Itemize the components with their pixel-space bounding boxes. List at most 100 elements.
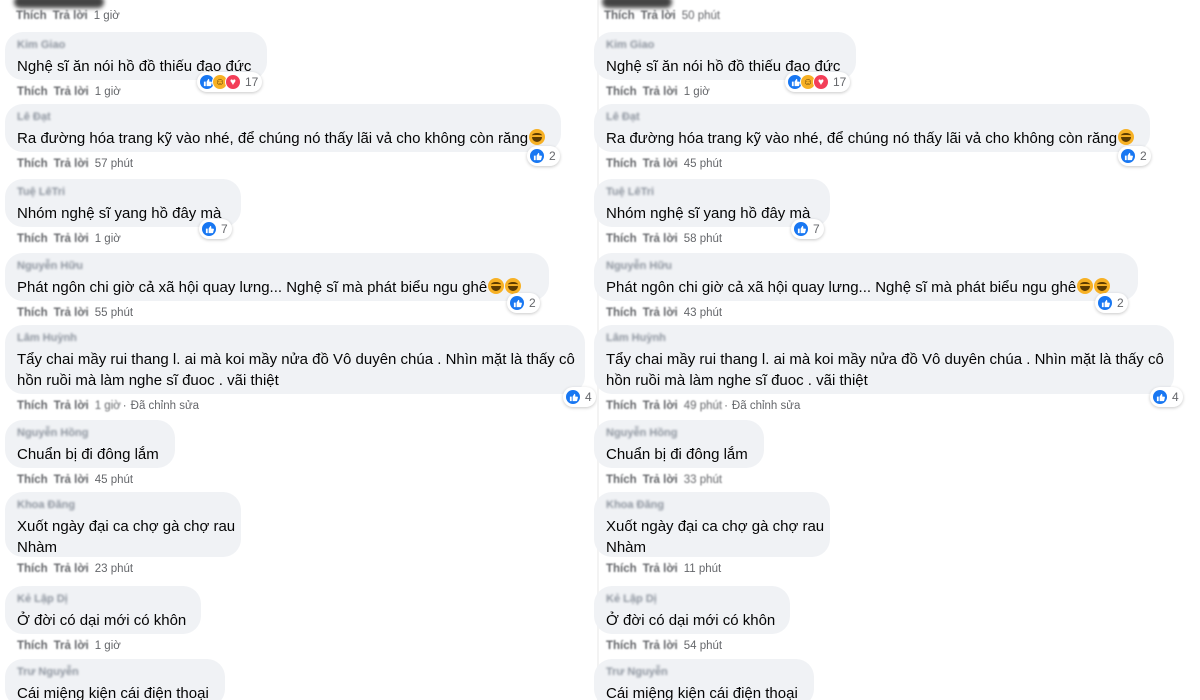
comment-actions: Thích Trả lời 45 phút	[17, 474, 133, 486]
like-action[interactable]: Thích	[17, 474, 48, 486]
like-action[interactable]: Thích	[17, 640, 48, 652]
reply-action[interactable]: Trả lời	[643, 640, 678, 652]
comment-author[interactable]: Lâm Huỳnh	[17, 332, 77, 344]
comment-author[interactable]: Trư Nguyễn	[17, 666, 79, 678]
comment-time[interactable]: 1 giờ	[95, 233, 121, 245]
comment-text: Nhóm nghệ sĩ yang hồ đây mà	[606, 203, 810, 224]
reply-action[interactable]: Trả lời	[54, 400, 89, 412]
reaction-summary[interactable]: 2	[1095, 293, 1128, 313]
comment-author[interactable]: Lê Đạt	[17, 111, 51, 123]
reaction-summary[interactable]: 7	[791, 219, 824, 239]
comment-time[interactable]: 23 phút	[95, 563, 133, 575]
like-action[interactable]: Thích	[606, 563, 637, 575]
reply-action[interactable]: Trả lời	[54, 640, 89, 652]
comment-author[interactable]: Lê Đạt	[606, 111, 640, 123]
comment-text: Phát ngôn chi giờ cả xã hội quay lưng...…	[17, 277, 522, 298]
like-action[interactable]: Thích	[606, 86, 637, 98]
edited-label: Đã chỉnh sửa	[130, 400, 200, 412]
comment-author[interactable]: Kim Giao	[17, 39, 65, 51]
reply-action[interactable]: Trả lời	[54, 563, 89, 575]
reply-action[interactable]: Trả lời	[643, 307, 678, 319]
reply-action[interactable]: Trả lời	[643, 474, 678, 486]
comment-author[interactable]: Trư Nguyễn	[606, 666, 668, 678]
reaction-summary[interactable]: 2	[527, 146, 560, 166]
like-action[interactable]: Thích	[606, 400, 637, 412]
like-action[interactable]: Thích	[17, 158, 48, 170]
reply-action[interactable]: Trả lời	[643, 233, 678, 245]
reaction-count: 4	[1172, 390, 1179, 404]
comment-panel-right: Thích Trả lời 50 phút Kim Giao Nghệ sĩ ăn n…	[590, 0, 1200, 700]
love-reaction-icon: ♥	[813, 74, 829, 90]
comment-author[interactable]: Tuệ LêTri	[606, 186, 654, 198]
comment-time[interactable]: 49 phút	[684, 400, 722, 412]
like-action[interactable]: Thích	[17, 86, 48, 98]
comment-time[interactable]: 45 phút	[95, 474, 133, 486]
comment-time[interactable]: 43 phút	[684, 307, 722, 319]
like-action[interactable]: Thích	[606, 474, 637, 486]
edited-label: Đã chỉnh sửa	[731, 400, 801, 412]
like-action[interactable]: Thích	[17, 400, 48, 412]
comment-time[interactable]: 58 phút	[684, 233, 722, 245]
comment-time[interactable]: 54 phút	[684, 640, 722, 652]
comment-time[interactable]: 33 phút	[684, 474, 722, 486]
comment-time[interactable]: 11 phút	[684, 563, 722, 575]
reaction-summary[interactable]: 7	[199, 219, 232, 239]
reaction-summary[interactable]: 2	[1118, 146, 1151, 166]
comment-text: Ra đường hóa trang kỹ vào nhé, để chúng …	[17, 128, 546, 149]
reaction-summary[interactable]: 2	[507, 293, 540, 313]
comment-time[interactable]: 1 giờ	[95, 400, 121, 412]
comment-author[interactable]: Nguyễn Hữu	[606, 260, 672, 272]
like-action[interactable]: Thích	[606, 233, 637, 245]
comment-author[interactable]: Kẻ Lập Dị	[17, 593, 68, 605]
reply-action[interactable]: Trả lời	[54, 474, 89, 486]
reply-action[interactable]: Trả lời	[641, 10, 676, 22]
reaction-summary[interactable]: ☺ ♥ 17	[197, 72, 263, 92]
like-action[interactable]: Thích	[17, 233, 48, 245]
like-action[interactable]: Thích	[17, 307, 48, 319]
reply-action[interactable]: Trả lời	[54, 158, 89, 170]
comment-actions: Thích Trả lời 11 phút	[606, 563, 721, 575]
comment-author[interactable]: Nguyễn Hồng	[606, 427, 678, 439]
reply-action[interactable]: Trả lời	[643, 86, 678, 98]
reaction-summary[interactable]: ☺ ♥ 17	[785, 72, 851, 92]
comment-author[interactable]: Khoa Đăng	[17, 499, 75, 511]
comment-text: Phát ngôn chi giờ cả xã hội quay lưng...…	[606, 277, 1111, 298]
comment-time[interactable]: 1 giờ	[95, 640, 121, 652]
comment-time[interactable]: 45 phút	[684, 158, 722, 170]
reply-action[interactable]: Trả lời	[643, 400, 678, 412]
reaction-count: 2	[529, 296, 536, 310]
comment-author[interactable]: Lâm Huỳnh	[606, 332, 666, 344]
reply-action[interactable]: Trả lời	[54, 86, 89, 98]
love-reaction-icon: ♥	[225, 74, 241, 90]
comment-text: Chuẩn bị đi đông lắm	[17, 444, 159, 465]
comment-time[interactable]: 1 giờ	[95, 86, 121, 98]
comment-time[interactable]: 55 phút	[95, 307, 133, 319]
comment-author[interactable]: Nguyễn Hữu	[17, 260, 83, 272]
like-action[interactable]: Thích	[606, 307, 637, 319]
like-action[interactable]: Thích	[604, 10, 635, 22]
comment-line: hồn ruồi mà làm nghe sĩ đuoc . vãi thiệt	[17, 372, 279, 389]
comment-time[interactable]: 1 giờ	[684, 86, 710, 98]
comment-actions: Thích Trả lời 1 giờ	[17, 233, 121, 245]
comment-author[interactable]: Nguyễn Hồng	[17, 427, 89, 439]
reply-action[interactable]: Trả lời	[54, 307, 89, 319]
reaction-summary[interactable]: 4	[1150, 387, 1183, 407]
header-actions: Thích Trả lời 50 phút	[604, 10, 720, 22]
comment-time[interactable]: 57 phút	[95, 158, 133, 170]
comment-bubble: Lâm Huỳnh Tẩy chai mầy rui thang l. ai mà…	[594, 325, 1174, 394]
reply-action[interactable]: Trả lời	[53, 10, 88, 22]
comment-author[interactable]: Kim Giao	[606, 39, 654, 51]
like-action[interactable]: Thích	[606, 158, 637, 170]
reply-action[interactable]: Trả lời	[54, 233, 89, 245]
like-action[interactable]: Thích	[17, 563, 48, 575]
comment-actions: Thích Trả lời 58 phút	[606, 233, 722, 245]
reply-action[interactable]: Trả lời	[643, 563, 678, 575]
like-action[interactable]: Thích	[606, 640, 637, 652]
like-action[interactable]: Thích	[16, 10, 47, 22]
comment-author[interactable]: Khoa Đăng	[606, 499, 664, 511]
blurred-avatar-strip	[14, 0, 104, 8]
comment-author[interactable]: Kẻ Lập Dị	[606, 593, 657, 605]
comment-author[interactable]: Tuệ LêTri	[17, 186, 65, 198]
comment-line: Nhàm	[606, 539, 647, 556]
reply-action[interactable]: Trả lời	[643, 158, 678, 170]
